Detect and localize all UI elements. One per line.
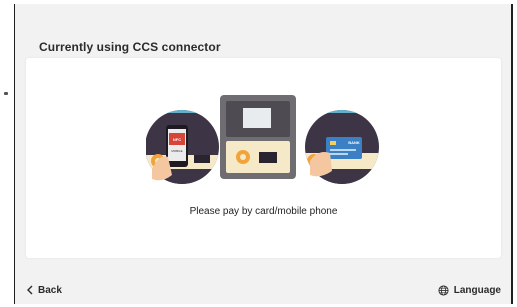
edge-mark [4, 92, 8, 95]
page-title: Currently using CCS connector [39, 40, 221, 54]
kiosk-frame: Currently using CCS connector NFC MOBILE… [14, 4, 513, 304]
mobile-label: MOBILE [171, 149, 182, 153]
bank-label: BANK [348, 140, 360, 145]
back-button[interactable]: Back [27, 282, 62, 298]
chevron-left-icon [27, 285, 33, 295]
language-button[interactable]: Language [438, 282, 501, 298]
screen: Currently using CCS connector NFC MOBILE… [0, 0, 517, 307]
nfc-label: NFC [173, 137, 181, 142]
payment-instruction: Please pay by card/mobile phone [189, 206, 338, 217]
back-label: Back [38, 284, 62, 296]
card-pay-scene: BANK [305, 110, 379, 184]
globe-icon [438, 284, 449, 296]
payment-illustration: NFC MOBILE BANK [146, 95, 379, 184]
payment-panel: NFC MOBILE BANK Please pay by card/mobil… [26, 58, 501, 258]
mobile-pay-scene: NFC MOBILE [146, 110, 219, 184]
language-label: Language [453, 284, 501, 296]
card-terminal [220, 95, 296, 179]
footer-bar: Back Language [15, 276, 511, 304]
